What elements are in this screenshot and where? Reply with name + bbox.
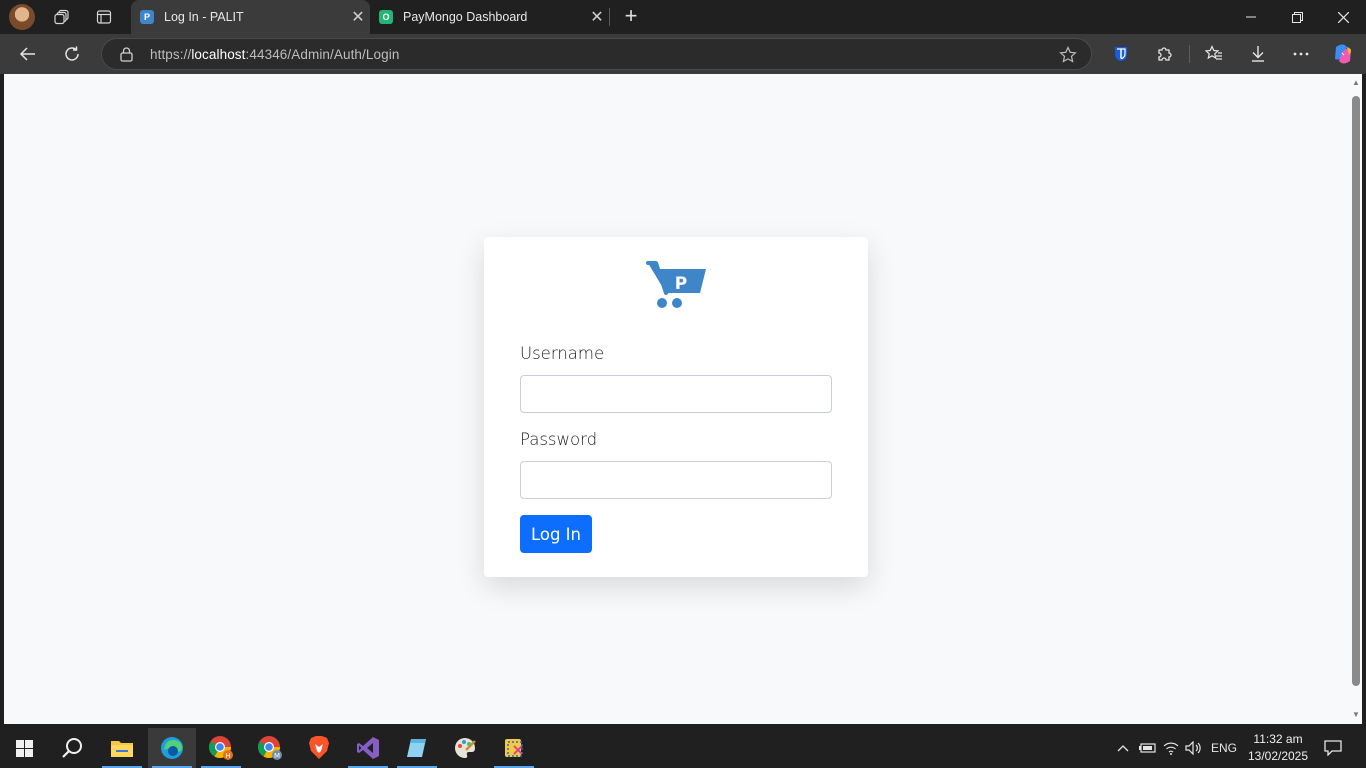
chrome-profile-h-icon[interactable]: H [197, 728, 245, 768]
palit-favicon-icon: P [140, 10, 154, 24]
username-input[interactable] [520, 375, 832, 413]
tab-separator [609, 8, 610, 26]
close-window-button[interactable] [1320, 0, 1366, 34]
login-button[interactable]: Log In [520, 515, 592, 553]
favorite-star-icon[interactable] [1059, 46, 1077, 69]
language-indicator[interactable]: ENG [1207, 728, 1241, 768]
scroll-down-arrow-icon[interactable]: ▼ [1351, 710, 1361, 720]
logo-letter: P [675, 274, 687, 294]
edge-browser-icon[interactable] [148, 728, 196, 768]
brave-browser-icon[interactable] [295, 728, 343, 768]
copilot-icon[interactable] [1328, 40, 1358, 68]
battery-icon[interactable] [1136, 728, 1158, 768]
notification-center-icon[interactable] [1320, 728, 1346, 768]
windows-taskbar: H M ENG 11:32 am 13/02/2025 [0, 728, 1366, 768]
profile-avatar[interactable] [9, 4, 35, 30]
workspaces-icon[interactable] [42, 0, 82, 34]
notes-app-icon[interactable] [393, 728, 441, 768]
tab-paymongo-dashboard[interactable]: O PayMongo Dashboard ✕ [370, 0, 609, 34]
page-viewport: P Username Password Log In [4, 74, 1350, 724]
browser-titlebar: P Log In - PALIT ✕ O PayMongo Dashboard … [0, 0, 1366, 34]
wifi-icon[interactable] [1160, 728, 1182, 768]
url-text: https://localhost:44346/Admin/Auth/Login [150, 47, 399, 62]
taskbar-clock[interactable]: 11:32 am 13/02/2025 [1244, 731, 1312, 765]
minimize-button[interactable] [1228, 0, 1274, 34]
url-scheme: https:// [150, 47, 192, 62]
restore-button[interactable] [1274, 0, 1320, 34]
page-scrollbar[interactable]: ▲ ▼ [1350, 74, 1362, 724]
tab-actions-icon[interactable] [84, 0, 124, 34]
paint-app-icon[interactable] [441, 728, 489, 768]
favorites-icon[interactable] [1199, 40, 1229, 68]
start-button-windows-icon[interactable] [0, 728, 48, 768]
back-button[interactable] [13, 40, 43, 68]
close-tab-icon[interactable]: ✕ [346, 5, 370, 29]
extensions-icon[interactable] [1150, 40, 1180, 68]
file-explorer-icon[interactable] [98, 728, 146, 768]
palit-cart-logo-icon: P [644, 259, 708, 315]
chrome-profile-m-icon[interactable]: M [246, 728, 294, 768]
password-label: Password [520, 430, 598, 449]
login-card: P Username Password Log In [484, 237, 868, 577]
search-icon[interactable] [48, 728, 96, 768]
url-host: localhost [191, 47, 246, 62]
password-input[interactable] [520, 461, 832, 499]
tab-title: PayMongo Dashboard [403, 10, 528, 24]
clock-time: 11:32 am [1253, 732, 1303, 746]
volume-icon[interactable] [1183, 728, 1205, 768]
new-tab-button[interactable]: + [619, 5, 643, 29]
more-options-icon[interactable] [1286, 40, 1316, 68]
username-label: Username [520, 344, 605, 363]
refresh-button[interactable] [57, 40, 87, 68]
svg-text:M: M [274, 752, 280, 760]
url-path: :44346/Admin/Auth/Login [245, 47, 400, 62]
close-tab-icon[interactable]: ✕ [585, 5, 609, 29]
address-bar[interactable]: https://localhost:44346/Admin/Auth/Login [101, 38, 1092, 70]
bitwarden-extension-icon[interactable] [1106, 40, 1136, 68]
show-hidden-icons-chevron-icon[interactable] [1112, 728, 1134, 768]
visual-studio-icon[interactable] [344, 728, 392, 768]
scroll-up-arrow-icon[interactable]: ▲ [1351, 78, 1361, 88]
tab-title: Log In - PALIT [164, 10, 244, 24]
lock-icon[interactable] [120, 47, 133, 67]
scrollbar-thumb[interactable] [1352, 96, 1360, 686]
clock-date: 13/02/2025 [1247, 749, 1309, 763]
browser-toolbar: https://localhost:44346/Admin/Auth/Login [0, 34, 1366, 74]
svg-text:H: H [225, 752, 230, 760]
paymongo-favicon-icon: O [379, 10, 393, 24]
downloads-icon[interactable] [1243, 40, 1273, 68]
tab-login-palit[interactable]: P Log In - PALIT ✕ [131, 0, 370, 34]
snipping-tool-icon[interactable] [490, 728, 538, 768]
toolbar-separator [1189, 45, 1190, 63]
